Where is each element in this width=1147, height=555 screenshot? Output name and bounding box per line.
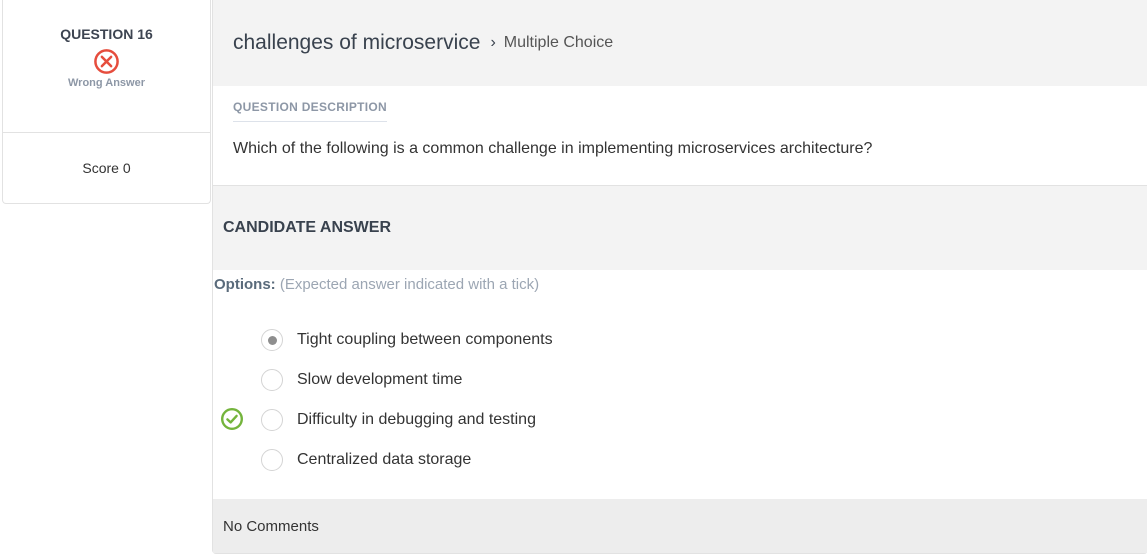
question-header: challenges of microservice › Multiple Ch… bbox=[213, 0, 1147, 86]
question-detail-panel: challenges of microservice › Multiple Ch… bbox=[212, 0, 1147, 554]
option-item[interactable]: Tight coupling between components bbox=[261, 328, 553, 352]
option-label: Slow development time bbox=[297, 371, 463, 388]
radio-selected[interactable] bbox=[261, 329, 283, 351]
question-title: challenges of microservice bbox=[233, 30, 481, 54]
options-hint: (Expected answer indicated with a tick) bbox=[279, 276, 540, 293]
question-status-card: QUESTION 16 Wrong Answer Score 0 bbox=[2, 0, 211, 204]
breadcrumb-separator: › bbox=[490, 33, 496, 51]
radio-unselected[interactable] bbox=[261, 369, 283, 391]
radio-unselected[interactable] bbox=[261, 449, 283, 471]
description-heading: QUESTION DESCRIPTION bbox=[233, 100, 388, 122]
question-status: QUESTION 16 Wrong Answer bbox=[3, 0, 210, 133]
candidate-answer-header: CANDIDATE ANSWER bbox=[213, 186, 1147, 270]
expected-answer-check-icon bbox=[220, 407, 244, 431]
option-item[interactable]: Difficulty in debugging and testing bbox=[261, 408, 536, 432]
comments-bar: No Comments bbox=[213, 499, 1147, 553]
score-label: Score 0 bbox=[82, 160, 131, 176]
question-description: QUESTION DESCRIPTION Which of the follow… bbox=[213, 86, 1147, 186]
option-label: Tight coupling between components bbox=[297, 331, 553, 348]
option-item[interactable]: Centralized data storage bbox=[261, 448, 471, 472]
option-label: Difficulty in debugging and testing bbox=[297, 411, 536, 428]
options-label: Options: bbox=[214, 276, 276, 293]
radio-unselected[interactable] bbox=[261, 409, 283, 431]
status-label: Wrong Answer bbox=[67, 77, 145, 89]
question-number: QUESTION 16 bbox=[60, 26, 153, 42]
option-label: Centralized data storage bbox=[297, 451, 472, 468]
question-type: Multiple Choice bbox=[503, 33, 614, 51]
candidate-answer-heading: CANDIDATE ANSWER bbox=[223, 219, 391, 236]
description-text: Which of the following is a common chall… bbox=[233, 140, 873, 157]
wrong-answer-icon bbox=[94, 49, 119, 74]
radio-dot bbox=[267, 335, 277, 345]
options-caption: Options: (Expected answer indicated with… bbox=[214, 276, 539, 293]
comments-text: No Comments bbox=[223, 517, 319, 535]
option-item[interactable]: Slow development time bbox=[261, 368, 462, 392]
